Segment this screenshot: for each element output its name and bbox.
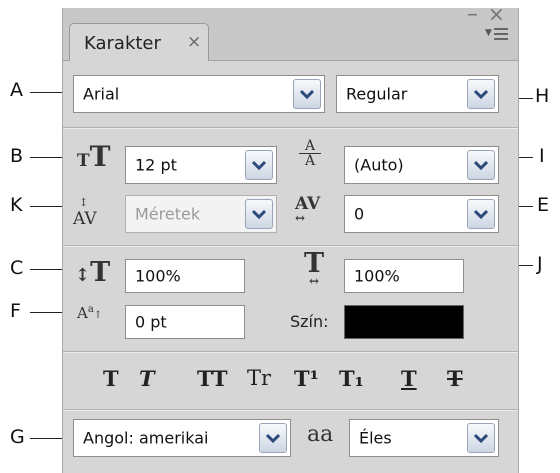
baseline-shift-value: 0 pt [135,312,167,332]
leading-select[interactable]: (Auto) [344,146,499,184]
all-caps-button[interactable]: TT [197,366,228,391]
separator [63,409,518,411]
panel-menu-icon[interactable]: ▼ [485,26,511,54]
font-style-value: Regular [346,84,408,104]
callout-k: K [10,194,23,216]
faux-bold-button[interactable]: T [103,366,119,391]
panel-titlebar: – × Karakter × ▼ [63,2,518,61]
font-family-value: Arial [83,84,120,104]
callout-f: F [10,300,21,322]
minimize-icon[interactable]: – [467,2,478,27]
antialias-value: Éles [359,428,392,448]
leading-value: (Auto) [354,155,404,175]
font-family-select[interactable]: Arial [73,75,325,113]
font-style-select[interactable]: Regular [336,75,499,113]
superscript-button[interactable]: T¹ [294,366,319,391]
tracking-select[interactable]: 0 [344,195,499,233]
callout-j: J [537,253,543,275]
character-panel: – × Karakter × ▼ Arial Regular TT 12 pt … [62,2,519,473]
chevron-down-icon[interactable] [467,423,495,453]
subscript-button[interactable]: T₁ [339,366,364,391]
vertical-scale-icon: ↕T [75,257,111,288]
font-size-select[interactable]: 12 pt [125,146,277,184]
underline-button[interactable]: T [401,366,417,391]
kerning-select[interactable]: Méretek [125,195,277,233]
tracking-value: 0 [354,204,365,224]
callout-i: I [539,145,545,167]
baseline-shift-icon: Aa↑ [77,304,103,322]
tracking-icon: AV ↔ [295,194,321,225]
antialias-icon: aa [307,422,334,447]
separator [63,245,518,247]
tab-close-icon[interactable]: × [187,32,201,52]
chevron-down-icon[interactable] [467,79,495,109]
chevron-down-icon[interactable] [293,79,321,109]
tab-karakter[interactable]: Karakter × [69,23,209,61]
horizontal-scale-icon: T ↔ [303,248,325,288]
chevron-down-icon[interactable] [245,150,273,180]
horizontal-scale-input[interactable]: 100% [344,259,464,293]
leading-icon: AA [299,139,321,168]
callout-a: A [10,79,23,101]
chevron-down-icon[interactable] [467,150,495,180]
antialias-select[interactable]: Éles [349,419,499,457]
faux-italic-button[interactable]: T [139,366,155,391]
separator [63,127,518,129]
font-size-icon: TT [77,140,111,173]
color-label: Szín: [290,312,329,331]
callout-e: E [537,194,550,216]
callout-b: B [10,145,24,167]
language-select[interactable]: Angol: amerikai [73,419,291,457]
horizontal-scale-value: 100% [354,266,400,286]
chevron-down-icon[interactable] [245,199,273,229]
close-panel-icon[interactable]: × [488,2,505,26]
strikethrough-button[interactable]: T [447,366,463,391]
separator [63,351,518,353]
chevron-down-icon[interactable] [467,199,495,229]
small-caps-button[interactable]: Tr [247,366,271,390]
baseline-shift-input[interactable]: 0 pt [125,305,245,339]
kerning-icon: ↕ AV [73,196,97,229]
tab-label: Karakter [84,33,161,54]
callout-c: C [10,257,24,279]
callout-g: G [10,426,25,448]
language-value: Angol: amerikai [83,428,209,448]
callout-h: H [535,85,550,107]
color-swatch[interactable] [344,305,464,339]
font-size-value: 12 pt [135,155,177,175]
chevron-down-icon[interactable] [259,423,287,453]
vertical-scale-input[interactable]: 100% [125,259,245,293]
vertical-scale-value: 100% [135,266,181,286]
kerning-value: Méretek [135,204,201,224]
